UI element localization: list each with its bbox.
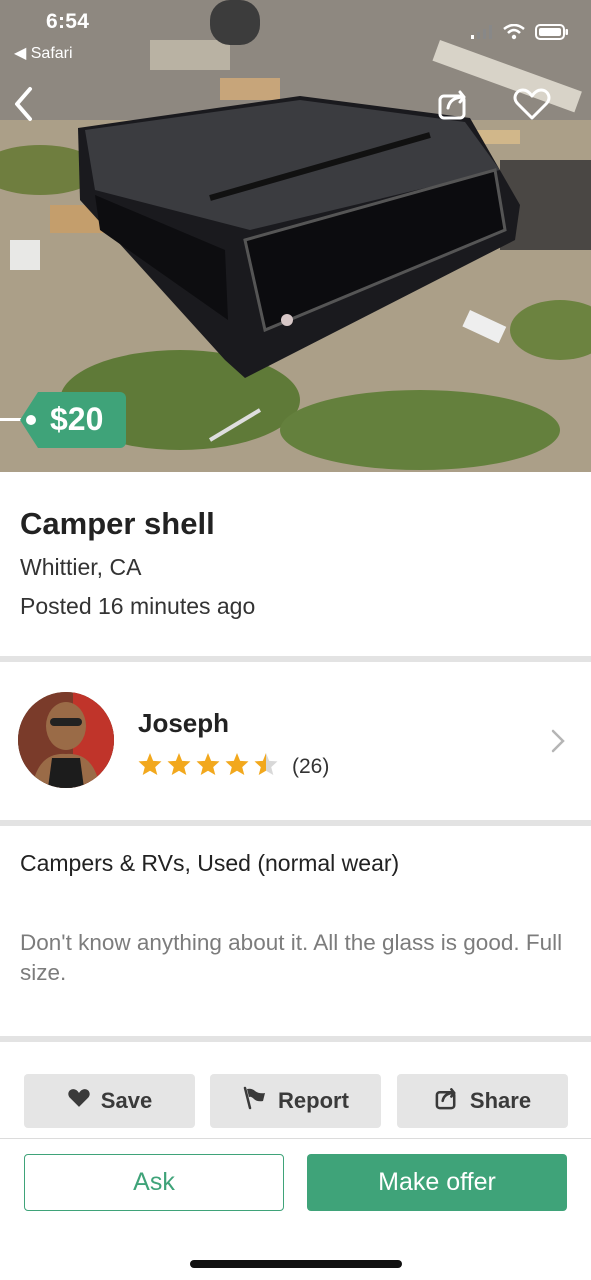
share-icon (434, 1085, 460, 1117)
back-chevron-icon (12, 86, 36, 127)
wifi-icon (503, 23, 525, 45)
listing-title: Camper shell (20, 506, 215, 541)
signal-icon (471, 25, 493, 44)
flag-icon (242, 1086, 268, 1116)
divider (0, 820, 591, 826)
star-icon (195, 752, 221, 781)
listing-details: Camper shell Whittier, CA Posted 16 minu… (0, 472, 591, 656)
star-icon (137, 752, 163, 781)
avatar[interactable] (18, 692, 114, 788)
ask-button[interactable]: Ask (24, 1154, 284, 1211)
status-time: 6:54 (46, 10, 90, 33)
home-indicator[interactable] (190, 1260, 402, 1268)
chevron-right-icon (550, 728, 566, 759)
seller-name: Joseph (138, 708, 230, 738)
price: $20 (50, 401, 104, 437)
back-to-safari[interactable]: ◀ Safari (14, 43, 73, 63)
action-buttons: Save Report Share (0, 1074, 591, 1128)
make-offer-button[interactable]: Make offer (307, 1154, 567, 1211)
report-button[interactable]: Report (210, 1074, 381, 1128)
share-icon (436, 86, 472, 127)
star-icon (224, 752, 250, 781)
star-icon (166, 752, 192, 781)
favorite-button[interactable] (512, 86, 552, 126)
rating-count: (26) (292, 754, 330, 778)
save-button[interactable]: Save (24, 1074, 195, 1128)
price-tag: $20 (0, 392, 126, 448)
report-label: Report (278, 1088, 349, 1113)
heart-icon (513, 87, 551, 126)
seller-rating: (26) (137, 752, 329, 781)
back-button[interactable] (4, 86, 44, 126)
status-bar: 6:54 ◀ Safari (0, 0, 591, 70)
battery-icon (535, 24, 569, 45)
listing-photo[interactable]: 6:54 ◀ Safari $20 (0, 0, 591, 472)
status-icons (471, 23, 569, 45)
posted-time: Posted 16 minutes ago (20, 593, 256, 619)
star-half-icon (253, 752, 279, 781)
divider (0, 1138, 591, 1139)
share-listing-button[interactable] (434, 86, 474, 126)
listing-description: Don't know anything about it. All the gl… (20, 930, 563, 985)
listing-location: Whittier, CA (20, 554, 142, 580)
save-label: Save (100, 1088, 153, 1113)
divider (0, 1036, 591, 1042)
share-label: Share (469, 1088, 532, 1113)
share-button[interactable]: Share (397, 1074, 568, 1128)
heart-filled-icon (67, 1087, 91, 1115)
seller-row[interactable]: Joseph (26) (0, 662, 591, 820)
category-condition: Campers & RVs, Used (normal wear) (20, 850, 400, 876)
